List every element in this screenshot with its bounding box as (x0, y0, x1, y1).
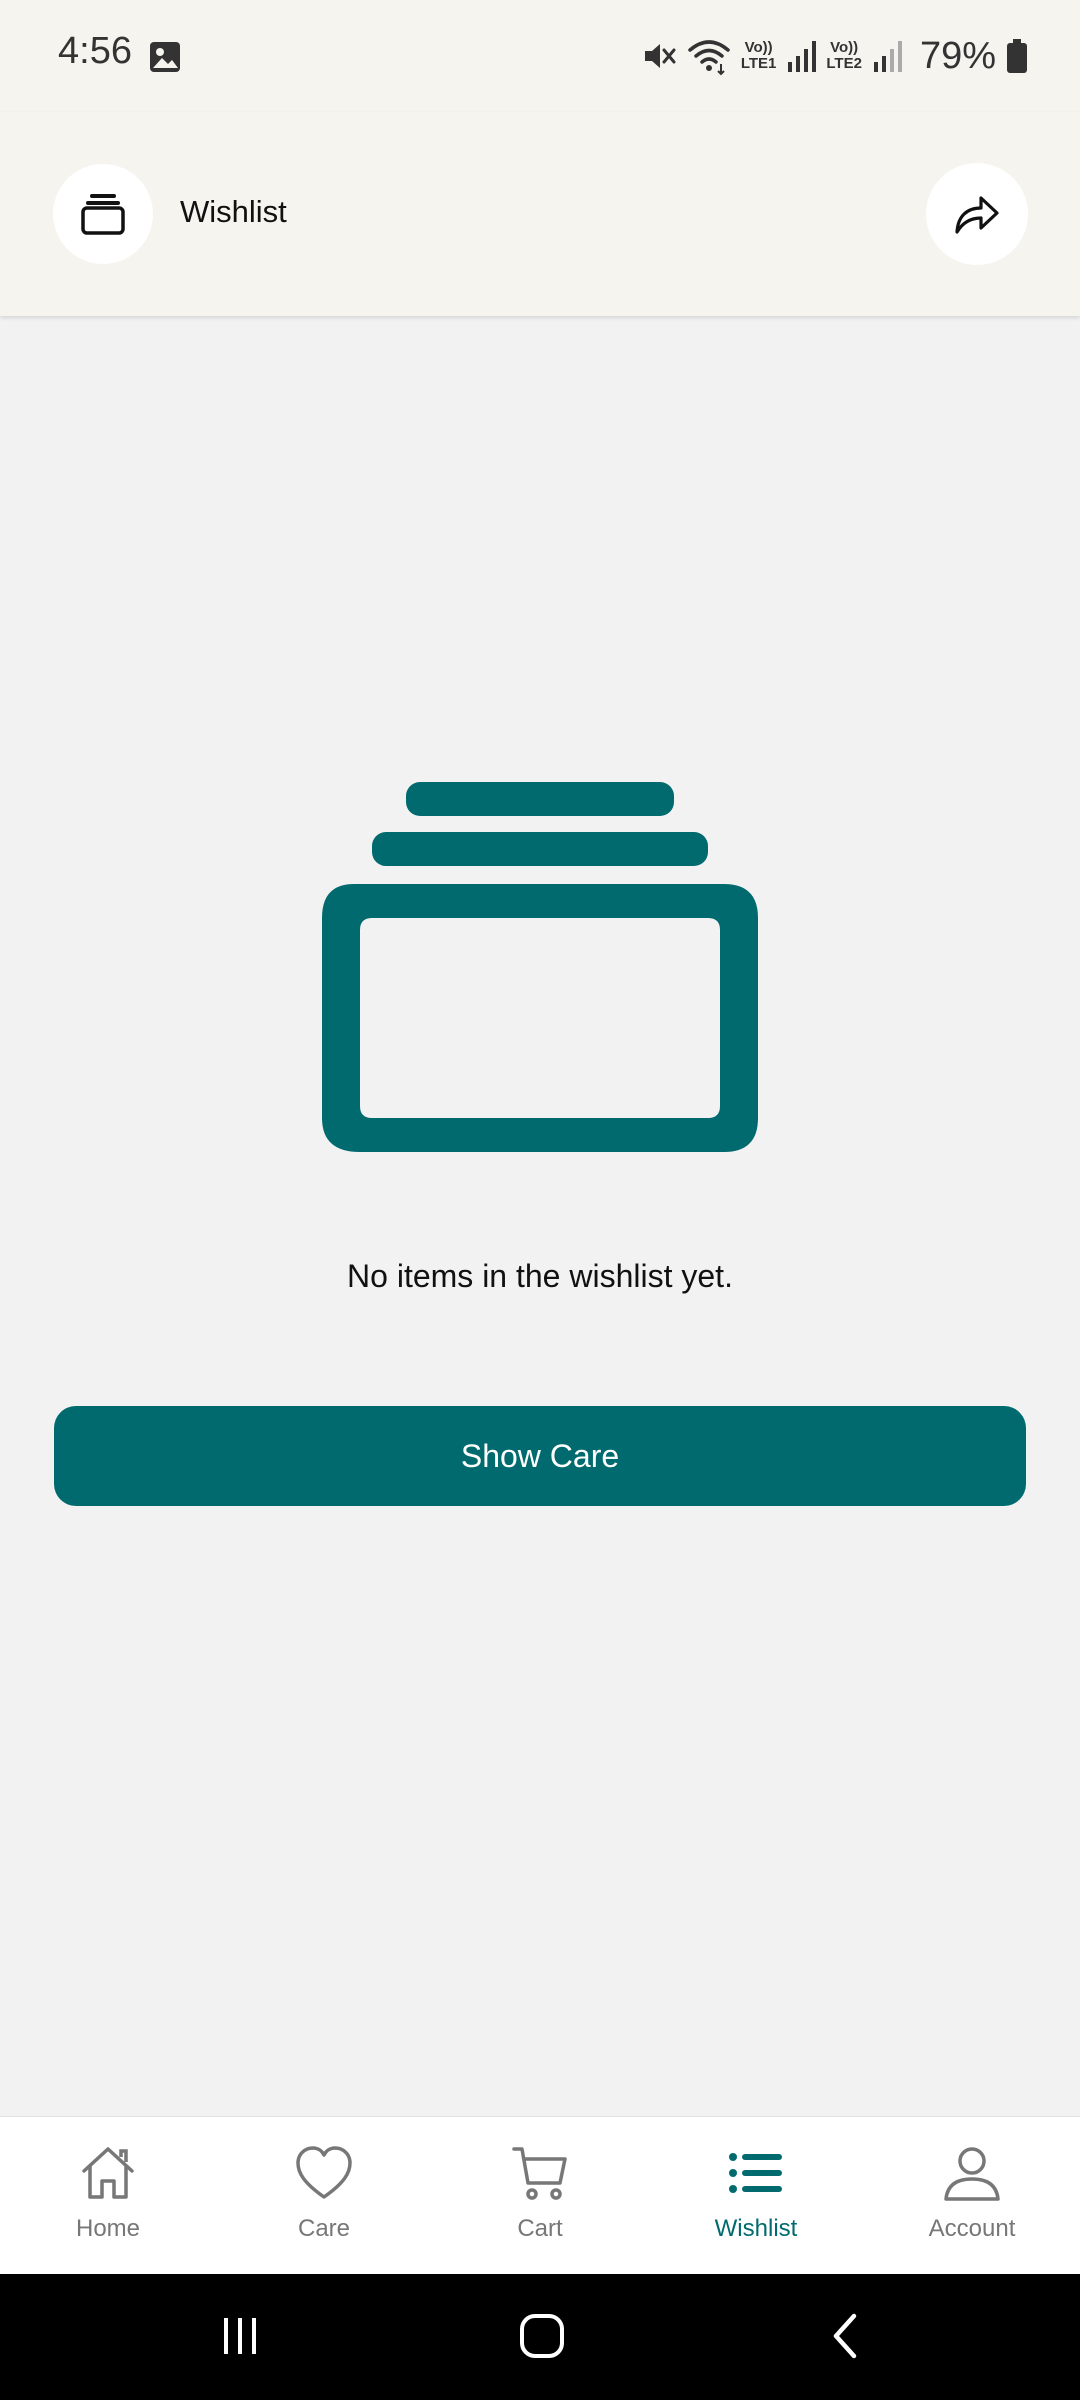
status-time: 4:56 (58, 30, 132, 72)
nav-item-home[interactable]: Home (0, 2117, 216, 2275)
nav-item-care[interactable]: Care (216, 2117, 432, 2275)
signal-icon (873, 41, 902, 72)
battery-icon (1007, 39, 1027, 73)
back-icon (833, 2313, 857, 2359)
mute-icon (644, 44, 676, 68)
system-navigation-bar (0, 2274, 1080, 2400)
share-button[interactable] (926, 163, 1028, 265)
wishlist-screen: 4:56 Vo)) LTE1 Vo)) LTE2 79% Wishlist No… (0, 0, 1080, 2400)
app-header: Wishlist (0, 112, 1080, 316)
recent-apps-icon (224, 2318, 256, 2354)
recent-apps-button[interactable] (200, 2304, 280, 2368)
nav-label-account: Account (928, 2215, 1016, 2242)
nav-label-wishlist: Wishlist (714, 2215, 798, 2242)
status-icons: Vo)) LTE1 Vo)) LTE2 79% (641, 28, 1028, 84)
account-icon (944, 2147, 1000, 2201)
home-icon (82, 2147, 134, 2199)
home-circle-icon (520, 2314, 564, 2358)
nav-label-care: Care (297, 2215, 351, 2242)
cart-icon (512, 2147, 567, 2200)
nav-item-account[interactable]: Account (864, 2117, 1080, 2275)
battery-percent: 79% (919, 34, 996, 77)
system-back-button[interactable] (806, 2304, 886, 2368)
show-care-button[interactable]: Show Care (54, 1406, 1026, 1506)
nav-label-cart: Cart (517, 2215, 563, 2242)
nav-item-wishlist[interactable]: Wishlist (648, 2117, 864, 2275)
empty-state-message: No items in the wishlist yet. (347, 1258, 733, 1294)
list-icon (729, 2153, 782, 2193)
bottom-navigation: Home Care Cart Wishlist Account (0, 2116, 1080, 2275)
signal-icon (788, 41, 817, 72)
share-icon (955, 196, 999, 234)
system-home-button[interactable] (502, 2304, 582, 2368)
page-title: Wishlist (180, 194, 287, 229)
status-bar: 4:56 Vo)) LTE1 Vo)) LTE2 79% (0, 0, 1080, 112)
sim1-label: Vo)) LTE1 (740, 39, 777, 72)
empty-wishlist-illustration (322, 782, 758, 1152)
wishlist-header-icon-button[interactable] (53, 164, 153, 264)
nav-item-cart[interactable]: Cart (432, 2117, 648, 2275)
wishlist-stack-icon (81, 194, 125, 235)
gallery-icon (150, 42, 180, 72)
nav-label-home: Home (75, 2215, 141, 2242)
wifi-icon (688, 40, 730, 76)
heart-icon (296, 2146, 352, 2199)
sim2-label: Vo)) LTE2 (826, 39, 862, 72)
